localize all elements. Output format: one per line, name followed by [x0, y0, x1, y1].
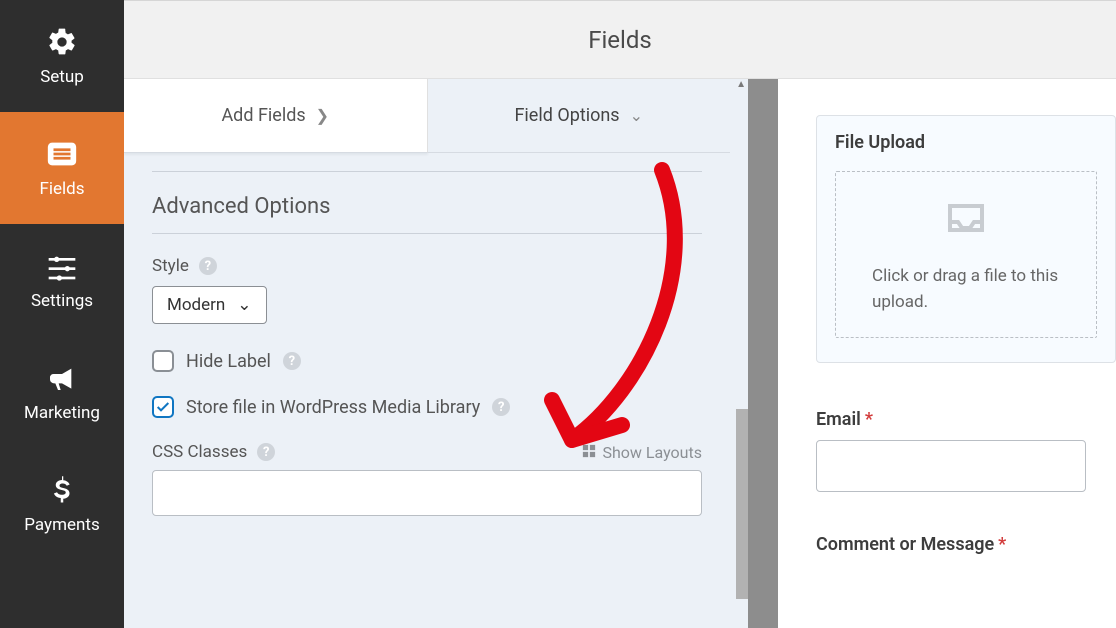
- store-file-text: Store file in WordPress Media Library: [186, 397, 480, 418]
- tab-label: Field Options: [514, 105, 619, 126]
- divider: [152, 171, 702, 172]
- required-indicator: *: [998, 534, 1006, 555]
- sidebar-item-payments[interactable]: Payments: [0, 448, 124, 560]
- style-value: Modern: [167, 295, 225, 315]
- inbox-icon: [942, 198, 990, 250]
- sidebar-label: Setup: [40, 67, 84, 87]
- scroll-thumb[interactable]: [736, 409, 748, 599]
- sliders-icon: [45, 249, 79, 283]
- show-layouts-label: Show Layouts: [602, 443, 702, 462]
- file-upload-label: File Upload: [835, 132, 1097, 153]
- tab-label: Add Fields: [221, 105, 305, 126]
- sidebar-item-setup[interactable]: Setup: [0, 0, 124, 112]
- required-indicator: *: [865, 409, 873, 430]
- sidebar: Setup Fields Settings Marketing Payments: [0, 0, 124, 628]
- sidebar-item-marketing[interactable]: Marketing: [0, 336, 124, 448]
- preview-panel: File Upload Click or drag a file to this…: [778, 79, 1116, 628]
- sidebar-item-fields[interactable]: Fields: [0, 112, 124, 224]
- help-icon[interactable]: ?: [199, 257, 217, 275]
- sidebar-item-settings[interactable]: Settings: [0, 224, 124, 336]
- bullhorn-icon: [45, 361, 79, 395]
- comment-label: Comment or Message: [816, 534, 994, 555]
- hide-label-checkbox[interactable]: [152, 350, 174, 372]
- file-upload-card: File Upload Click or drag a file to this…: [816, 115, 1116, 363]
- css-classes-input[interactable]: [152, 470, 702, 516]
- hide-label-text: Hide Label: [186, 351, 271, 372]
- scrollbar[interactable]: ▲: [730, 79, 748, 628]
- help-icon[interactable]: ?: [283, 352, 301, 370]
- email-input[interactable]: [816, 440, 1086, 492]
- chevron-down-icon: ⌄: [630, 106, 643, 125]
- chevron-down-icon: ⌄: [237, 295, 251, 315]
- style-label: Style: [152, 256, 189, 276]
- sidebar-label: Fields: [39, 179, 84, 199]
- sidebar-label: Payments: [24, 515, 99, 535]
- options-panel: Add Fields ❯ Field Options ⌄ Advanced Op…: [124, 79, 730, 628]
- dollar-icon: [45, 473, 79, 507]
- css-classes-label: CSS Classes: [152, 442, 247, 462]
- tab-field-options[interactable]: Field Options ⌄: [428, 79, 731, 153]
- email-label: Email: [816, 409, 861, 430]
- gear-icon: [45, 25, 79, 59]
- help-icon[interactable]: ?: [257, 443, 275, 461]
- help-icon[interactable]: ?: [492, 398, 510, 416]
- dropzone-text: Click or drag a file to this upload.: [846, 264, 1086, 315]
- grid-icon: [582, 443, 596, 462]
- chevron-right-icon: ❯: [316, 106, 329, 125]
- sidebar-label: Marketing: [24, 403, 100, 423]
- tab-add-fields[interactable]: Add Fields ❯: [124, 79, 428, 153]
- style-select[interactable]: Modern ⌄: [152, 286, 267, 324]
- show-layouts-button[interactable]: Show Layouts: [582, 443, 702, 462]
- scroll-up-icon[interactable]: ▲: [736, 79, 746, 90]
- store-file-checkbox[interactable]: [152, 396, 174, 418]
- divider: [152, 233, 702, 234]
- file-dropzone[interactable]: Click or drag a file to this upload.: [835, 171, 1097, 338]
- page-title: Fields: [124, 1, 1116, 79]
- list-icon: [45, 137, 79, 171]
- sidebar-label: Settings: [31, 291, 93, 311]
- pane-divider: [748, 79, 778, 628]
- section-heading: Advanced Options: [152, 194, 702, 219]
